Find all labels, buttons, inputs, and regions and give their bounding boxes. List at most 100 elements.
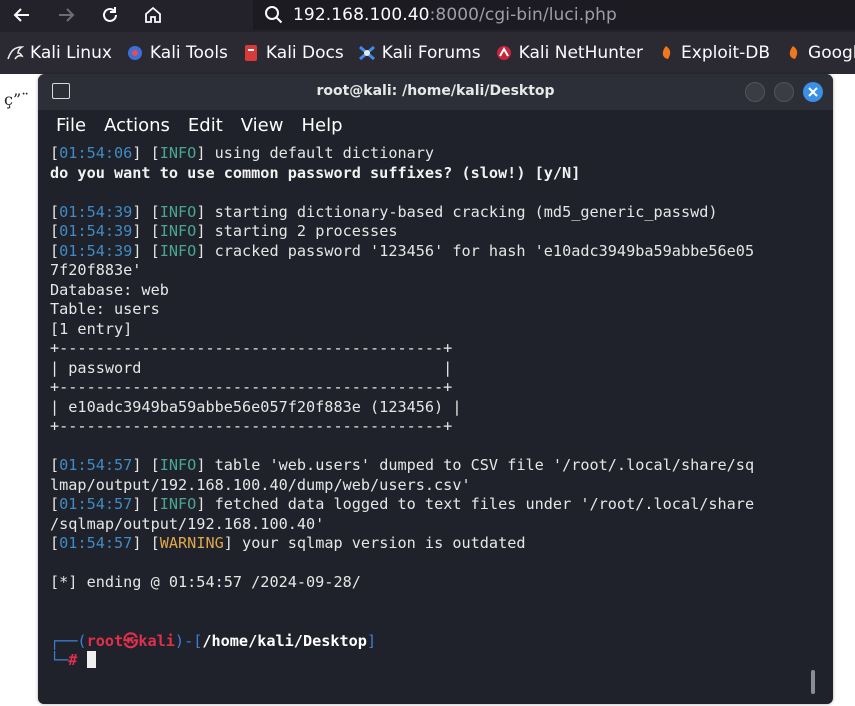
terminal-text-segment: INFO xyxy=(159,495,197,513)
url-bar[interactable]: 192.168.100.40:8000/cgi-bin/luci.php xyxy=(253,0,855,30)
bookmark-kali-docs[interactable]: Kali Docs xyxy=(242,32,344,74)
terminal-line: [01:54:39] [INFO] starting dictionary-ba… xyxy=(50,203,820,223)
terminal-text-segment: 01:54:39 xyxy=(59,222,133,240)
terminal-text-segment: [*] ending @ 01:54:57 /2024-09-28/ xyxy=(50,573,361,591)
bookmark-label: Kali Linux xyxy=(30,43,112,63)
reload-icon xyxy=(103,7,117,22)
maximize-button[interactable] xyxy=(774,82,794,102)
search-icon xyxy=(265,6,283,24)
terminal-text-segment: ] fetched data logged to text files unde… xyxy=(196,495,755,513)
close-icon xyxy=(808,87,818,97)
terminal-line: [*] ending @ 01:54:57 /2024-09-28/ xyxy=(50,573,820,593)
terminal-text-segment: Database: web xyxy=(50,280,169,299)
terminal-text-segment: [ xyxy=(50,456,60,474)
terminal-line: 7f20f883e' xyxy=(50,261,820,281)
menu-file[interactable]: File xyxy=(56,115,86,136)
terminal-text-segment: ] starting dictionary-based cracking (md… xyxy=(196,202,718,221)
terminal-window[interactable]: root@kali: /home/kali/Desktop File Actio… xyxy=(38,74,833,704)
bookmark-kali-nethunter[interactable]: Kali NetHunter xyxy=(495,32,643,74)
terminal-text-segment: do you want to use common password suffi… xyxy=(50,163,581,182)
terminal-text-segment: 01:54:57 xyxy=(59,495,133,513)
terminal-text-segment: INFO xyxy=(159,241,197,260)
terminal-text-segment: [ xyxy=(50,222,60,240)
terminal-output[interactable]: [01:54:06] [INFO] using default dictiona… xyxy=(50,144,820,671)
terminal-text-segment: root㉿kali xyxy=(86,631,175,650)
terminal-text-segment: 7f20f883e' xyxy=(50,261,142,279)
terminal-line: [01:54:06] [INFO] using default dictiona… xyxy=(50,144,820,164)
terminal-text-segment: [ xyxy=(50,202,60,221)
url-text: 192.168.100.40:8000/cgi-bin/luci.php xyxy=(293,5,617,25)
menu-actions[interactable]: Actions xyxy=(104,115,170,136)
menu-view[interactable]: View xyxy=(241,115,284,136)
terminal-text-segment: INFO xyxy=(159,222,197,240)
arrow-right-icon xyxy=(59,8,75,22)
bookmark-kali-forums[interactable]: Kali Forums xyxy=(358,32,481,74)
terminal-text-segment: lmap/output/192.168.100.40/dump/web/user… xyxy=(50,475,471,494)
google-icon xyxy=(784,44,802,62)
terminal-text-segment: ] [ xyxy=(132,241,160,260)
terminal-text-segment: 01:54:06 xyxy=(59,144,133,162)
back-button[interactable] xyxy=(6,0,38,30)
kali-tools-icon xyxy=(126,44,144,62)
bookmark-label: Kali Forums xyxy=(381,43,481,63)
terminal-line: [1 entry] xyxy=(50,320,820,340)
home-button[interactable] xyxy=(137,0,169,30)
terminal-menubar: File Actions Edit View Help xyxy=(38,110,833,140)
terminal-line: +---------------------------------------… xyxy=(50,339,820,359)
terminal-text-segment: /home/kali/Desktop xyxy=(202,631,367,650)
reload-button[interactable] xyxy=(94,0,126,30)
forward-button[interactable] xyxy=(50,0,82,30)
terminal-text-segment: Table: users xyxy=(50,300,160,318)
terminal-text-segment: ] starting 2 processes xyxy=(196,222,398,240)
terminal-text-segment: INFO xyxy=(159,144,197,162)
terminal-titlebar[interactable]: root@kali: /home/kali/Desktop xyxy=(38,74,833,110)
bookmark-kali-tools[interactable]: Kali Tools xyxy=(126,32,228,74)
terminal-line: [01:54:39] [INFO] cracked password '1234… xyxy=(50,242,820,262)
terminal-text-segment: +---------------------------------------… xyxy=(50,339,453,357)
terminal-cursor xyxy=(86,651,96,668)
terminal-line: └─# xyxy=(50,651,820,671)
menu-edit[interactable]: Edit xyxy=(188,115,223,136)
terminal-text-segment: ] [ xyxy=(132,456,160,474)
menu-help[interactable]: Help xyxy=(301,115,342,136)
window-title: root@kali: /home/kali/Desktop xyxy=(316,83,555,99)
terminal-text-segment: ] using default dictionary xyxy=(196,144,435,162)
terminal-text-segment: [ xyxy=(50,534,60,552)
terminal-text-segment: +---------------------------------------… xyxy=(50,417,453,435)
terminal-text-segment: 01:54:39 xyxy=(59,202,133,221)
terminal-line: do you want to use common password suffi… xyxy=(50,164,820,184)
terminal-scrollbar[interactable] xyxy=(811,670,815,694)
terminal-text-segment: [ xyxy=(50,144,60,162)
bookmark-kali-linux[interactable]: Kali Linux xyxy=(6,32,112,74)
terminal-line: +---------------------------------------… xyxy=(50,378,820,398)
terminal-line: | e10adc3949ba59abbe56e057f20f883e (1234… xyxy=(50,398,820,418)
terminal-text-segment: 01:54:39 xyxy=(59,241,133,260)
bookmarks-bar: Kali Linux Kali Tools Kali Docs Kali Forums… xyxy=(0,32,855,74)
terminal-line: /sqlmap/output/192.168.100.40' xyxy=(50,515,820,535)
minimize-button[interactable] xyxy=(745,82,765,102)
terminal-text-segment: [1 entry] xyxy=(50,319,133,338)
terminal-line: ┌──(root㉿kali)-[/home/kali/Desktop] xyxy=(50,632,820,652)
close-button[interactable] xyxy=(803,82,823,102)
bookmark-label: Exploit-DB xyxy=(681,43,771,63)
browser-toolbar: 192.168.100.40:8000/cgi-bin/luci.php xyxy=(0,0,855,32)
bookmark-google[interactable]: Google xyxy=(784,32,855,74)
terminal-line: lmap/output/192.168.100.40/dump/web/user… xyxy=(50,476,820,496)
terminal-text-segment: | password | xyxy=(50,358,453,377)
terminal-line: [01:54:57] [INFO] fetched data logged to… xyxy=(50,495,820,515)
terminal-text-segment: ] [ xyxy=(132,202,160,221)
terminal-text-segment: /sqlmap/output/192.168.100.40' xyxy=(50,514,325,533)
terminal-line: Database: web xyxy=(50,281,820,301)
terminal-line: [01:54:39] [INFO] starting 2 processes xyxy=(50,222,820,242)
terminal-text-segment: INFO xyxy=(159,456,197,474)
terminal-text-segment: )-[ xyxy=(174,631,203,650)
bookmark-exploit-db[interactable]: Exploit-DB xyxy=(657,32,770,74)
terminal-text-segment: INFO xyxy=(159,202,197,221)
terminal-line: [01:54:57] [INFO] table 'web.users' dump… xyxy=(50,456,820,476)
terminal-text-segment: | e10adc3949ba59abbe56e057f20f883e (1234… xyxy=(50,397,462,416)
terminal-text-segment: ] xyxy=(366,631,377,650)
terminal-text-segment: ] your sqlmap version is outdated xyxy=(223,534,526,552)
